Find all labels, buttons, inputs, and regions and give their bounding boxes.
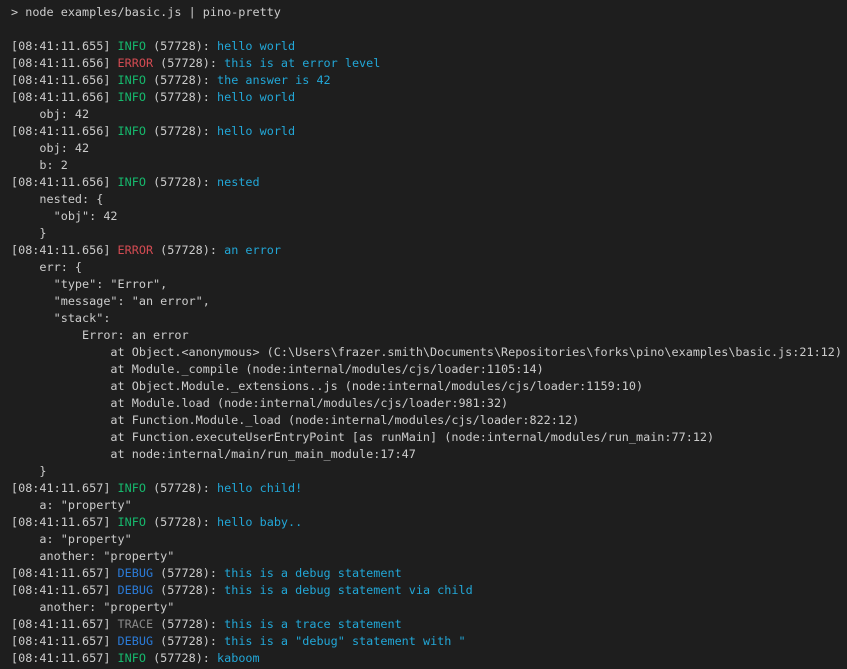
log-pid: (57728):: [153, 175, 210, 189]
log-timestamp: [08:41:11.657]: [11, 634, 110, 648]
log-level: INFO: [118, 124, 146, 138]
command-text: node examples/basic.js | pino-pretty: [25, 5, 281, 19]
log-level: INFO: [118, 90, 146, 104]
log-pid: (57728):: [160, 56, 217, 70]
log-message: the answer is 42: [217, 73, 331, 87]
log-line: [08:41:11.656] ERROR (57728): this is at…: [11, 55, 847, 72]
log-level: INFO: [118, 39, 146, 53]
log-line: [08:41:11.656] INFO (57728): nested: [11, 174, 847, 191]
log-context-line: at Module.load (node:internal/modules/cj…: [11, 395, 847, 412]
log-timestamp: [08:41:11.655]: [11, 39, 110, 53]
log-pid: (57728):: [160, 243, 217, 257]
log-context-line: a: "property": [11, 531, 847, 548]
log-timestamp: [08:41:11.656]: [11, 243, 110, 257]
log-context-line: "obj": 42: [11, 208, 847, 225]
log-context-line: b: 2: [11, 157, 847, 174]
log-pid: (57728):: [153, 481, 210, 495]
log-timestamp: [08:41:11.657]: [11, 566, 110, 580]
log-context-line: }: [11, 225, 847, 242]
log-level: ERROR: [118, 56, 154, 70]
log-line: [08:41:11.657] DEBUG (57728): this is a …: [11, 633, 847, 650]
log-level: DEBUG: [118, 634, 154, 648]
log-pid: (57728):: [153, 515, 210, 529]
log-context-line: at node:internal/main/run_main_module:17…: [11, 446, 847, 463]
log-pid: (57728):: [160, 566, 217, 580]
log-message: this is a debug statement: [224, 566, 402, 580]
log-level: INFO: [118, 481, 146, 495]
log-pid: (57728):: [153, 124, 210, 138]
log-level: INFO: [118, 175, 146, 189]
log-message: kaboom: [217, 651, 260, 665]
log-message: hello baby..: [217, 515, 302, 529]
log-context-line: [11, 21, 847, 38]
log-timestamp: [08:41:11.656]: [11, 90, 110, 104]
log-line: [08:41:11.656] INFO (57728): the answer …: [11, 72, 847, 89]
log-pid: (57728):: [160, 617, 217, 631]
log-context-line: "type": "Error",: [11, 276, 847, 293]
log-level: INFO: [118, 651, 146, 665]
log-context-line: another: "property": [11, 599, 847, 616]
log-timestamp: [08:41:11.657]: [11, 617, 110, 631]
log-context-line: obj: 42: [11, 106, 847, 123]
log-level: INFO: [118, 515, 146, 529]
log-pid: (57728):: [160, 634, 217, 648]
log-context-line: at Module._compile (node:internal/module…: [11, 361, 847, 378]
log-message: nested: [217, 175, 260, 189]
log-message: hello world: [217, 90, 295, 104]
log-line: [08:41:11.657] INFO (57728): kaboom: [11, 650, 847, 667]
log-timestamp: [08:41:11.657]: [11, 651, 110, 665]
log-context-line: at Function.Module._load (node:internal/…: [11, 412, 847, 429]
log-context-line: err: {: [11, 259, 847, 276]
log-context-line: Error: an error: [11, 327, 847, 344]
log-timestamp: [08:41:11.657]: [11, 481, 110, 495]
log-line: [08:41:11.657] DEBUG (57728): this is a …: [11, 565, 847, 582]
log-line: [08:41:11.657] TRACE (57728): this is a …: [11, 616, 847, 633]
log-message: hello child!: [217, 481, 302, 495]
log-pid: (57728):: [153, 39, 210, 53]
log-level: INFO: [118, 73, 146, 87]
log-context-line: "stack":: [11, 310, 847, 327]
terminal-output-area[interactable]: > node examples/basic.js | pino-pretty […: [0, 0, 847, 669]
log-pid: (57728):: [153, 90, 210, 104]
log-level: ERROR: [118, 243, 154, 257]
log-message: this is a "debug" statement with ": [224, 634, 465, 648]
log-line: [08:41:11.656] INFO (57728): hello world: [11, 89, 847, 106]
log-timestamp: [08:41:11.657]: [11, 515, 110, 529]
log-pid: (57728):: [153, 73, 210, 87]
log-timestamp: [08:41:11.656]: [11, 73, 110, 87]
log-message: an error: [224, 243, 281, 257]
log-line: [08:41:11.656] INFO (57728): hello world: [11, 123, 847, 140]
log-timestamp: [08:41:11.656]: [11, 175, 110, 189]
log-timestamp: [08:41:11.657]: [11, 583, 110, 597]
log-line: [08:41:11.657] DEBUG (57728): this is a …: [11, 582, 847, 599]
log-context-line: at Object.<anonymous> (C:\Users\frazer.s…: [11, 344, 847, 361]
log-context-line: nested: {: [11, 191, 847, 208]
log-context-line: obj: 42: [11, 140, 847, 157]
log-message: this is a trace statement: [224, 617, 402, 631]
command-line: > node examples/basic.js | pino-pretty: [11, 4, 847, 21]
log-message: hello world: [217, 124, 295, 138]
log-context-line: "message": "an error",: [11, 293, 847, 310]
log-line: [08:41:11.657] INFO (57728): hello baby.…: [11, 514, 847, 531]
log-timestamp: [08:41:11.656]: [11, 56, 110, 70]
log-context-line: another: "property": [11, 548, 847, 565]
log-message: this is a debug statement via child: [224, 583, 473, 597]
log-timestamp: [08:41:11.656]: [11, 124, 110, 138]
log-context-line: }: [11, 463, 847, 480]
log-pid: (57728):: [153, 651, 210, 665]
log-context-line: at Object.Module._extensions..js (node:i…: [11, 378, 847, 395]
log-message: this is at error level: [224, 56, 380, 70]
log-level: TRACE: [118, 617, 154, 631]
log-lines-container: [08:41:11.655] INFO (57728): hello world…: [11, 21, 847, 667]
log-level: DEBUG: [118, 566, 154, 580]
log-line: [08:41:11.656] ERROR (57728): an error: [11, 242, 847, 259]
log-context-line: at Function.executeUserEntryPoint [as ru…: [11, 429, 847, 446]
log-pid: (57728):: [160, 583, 217, 597]
log-message: hello world: [217, 39, 295, 53]
log-line: [08:41:11.655] INFO (57728): hello world: [11, 38, 847, 55]
log-level: DEBUG: [118, 583, 154, 597]
log-context-line: a: "property": [11, 497, 847, 514]
log-line: [08:41:11.657] INFO (57728): hello child…: [11, 480, 847, 497]
